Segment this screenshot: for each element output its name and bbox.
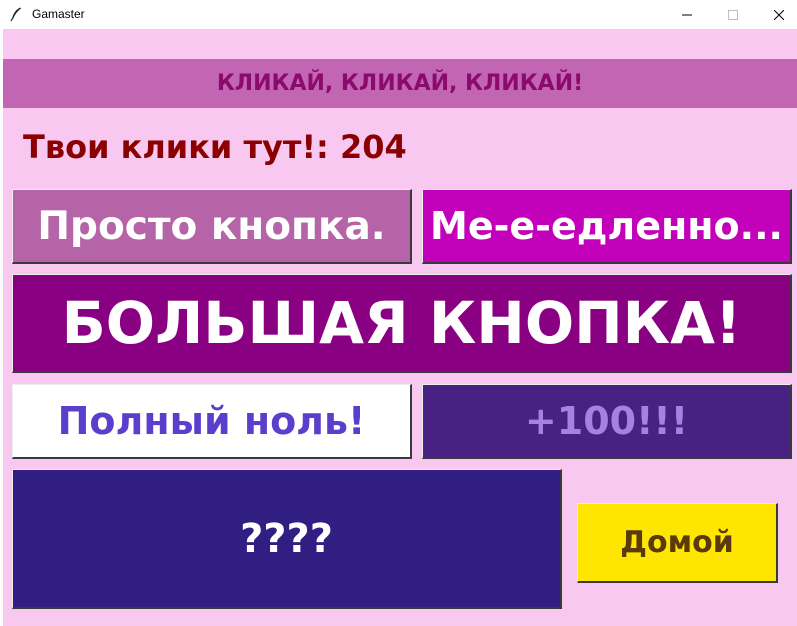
minimize-icon — [682, 14, 692, 15]
banner: КЛИКАЙ, КЛИКАЙ, КЛИКАЙ! — [3, 59, 797, 108]
close-icon — [774, 9, 784, 20]
slow-button[interactable]: Ме-е-едленно... — [422, 189, 792, 264]
home-button[interactable]: Домой — [577, 503, 778, 583]
click-counter: Твои клики тут!: 204 — [23, 128, 407, 166]
simple-button[interactable]: Просто кнопка. — [12, 189, 412, 264]
window-title: Gamaster — [32, 7, 85, 21]
feather-icon — [8, 6, 24, 22]
maximize-icon — [728, 9, 738, 20]
mystery-button[interactable]: ???? — [12, 469, 562, 609]
maximize-button[interactable] — [710, 0, 756, 29]
big-button[interactable]: БОЛЬШАЯ КНОПКА! — [12, 274, 792, 373]
zero-button[interactable]: Полный ноль! — [12, 384, 412, 459]
close-button[interactable] — [756, 0, 797, 29]
minimize-button[interactable] — [664, 0, 710, 29]
game-area: КЛИКАЙ, КЛИКАЙ, КЛИКАЙ! Твои клики тут!:… — [3, 29, 797, 626]
banner-text: КЛИКАЙ, КЛИКАЙ, КЛИКАЙ! — [216, 71, 584, 96]
plus-100-button[interactable]: +100!!! — [422, 384, 792, 459]
window-titlebar[interactable]: Gamaster — [0, 0, 797, 29]
